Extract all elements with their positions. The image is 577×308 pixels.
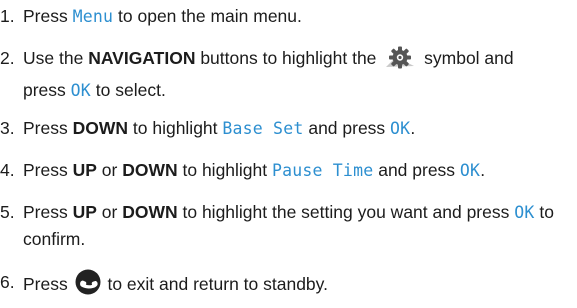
step-text-part: or [96,202,123,222]
step-3: 3. Press DOWN to highlight Base Set and … [0,115,560,142]
settings-gear-icon [383,45,417,77]
step-text: Use the NAVIGATION buttons to highlight … [23,45,560,104]
step-text: Press UP or DOWN to highlight Pause Time… [23,157,560,184]
down-key-label: DOWN [122,160,178,180]
step-text: Press Menu to open the main menu. [23,3,560,30]
step-number: 1. [0,6,15,26]
step-text-part: Press [23,202,73,222]
step-text-part: . [410,118,416,138]
step-number: 3. [0,118,15,138]
step-number: 4. [0,160,15,180]
step-text-part: to highlight the setting you want and pr… [177,202,515,222]
ok-key-label: OK [70,81,91,100]
up-key-label: UP [72,160,97,180]
ok-key-label: OK [390,119,411,138]
step-text-part: or [96,160,123,180]
step-text-part: to highlight [177,160,272,180]
step-text-part: to highlight [128,118,223,138]
step-number: 6. [0,272,15,292]
down-key-label: DOWN [72,118,129,138]
step-text-part: buttons to highlight the [195,48,382,68]
pause-time-menu-label: Pause Time [272,161,374,180]
navigation-key-label: NAVIGATION [88,48,196,68]
end-call-icon [75,269,101,303]
down-key-label: DOWN [122,202,178,222]
step-text-part: to exit and return to standby. [102,274,328,294]
menu-key-label: Menu [72,7,114,26]
step-2: 2. Use the NAVIGATION buttons to highlig… [0,45,560,104]
step-text: Press DOWN to highlight Base Set and pre… [23,115,560,142]
step-4: 4. Press UP or DOWN to highlight Pause T… [0,157,560,184]
step-1: 1. Press Menu to open the main menu. [0,3,560,30]
step-text-part: Press [23,274,73,294]
step-text-part: to open the main menu. [113,6,302,26]
step-text-part: Press [23,160,73,180]
step-5: 5. Press UP or DOWN to highlight the set… [0,199,560,253]
step-text-part: Use the [23,48,89,68]
step-text-part: and press [303,118,391,138]
step-6: 6. Press to exit and return to standby. [0,269,560,303]
step-text-part: Press [23,6,73,26]
up-key-label: UP [72,202,97,222]
step-text: Press to exit and return to standby. [23,269,560,303]
step-text-part: Press [23,118,73,138]
step-text-part: . [480,160,486,180]
ok-key-label: OK [514,203,535,222]
step-text: Press UP or DOWN to highlight the settin… [23,199,560,253]
step-text-part: and press [373,160,460,180]
step-text-part: to select. [90,80,166,100]
step-number: 2. [0,48,15,68]
base-set-menu-label: Base Set [222,119,304,138]
step-number: 5. [0,202,15,222]
ok-key-label: OK [459,161,481,180]
